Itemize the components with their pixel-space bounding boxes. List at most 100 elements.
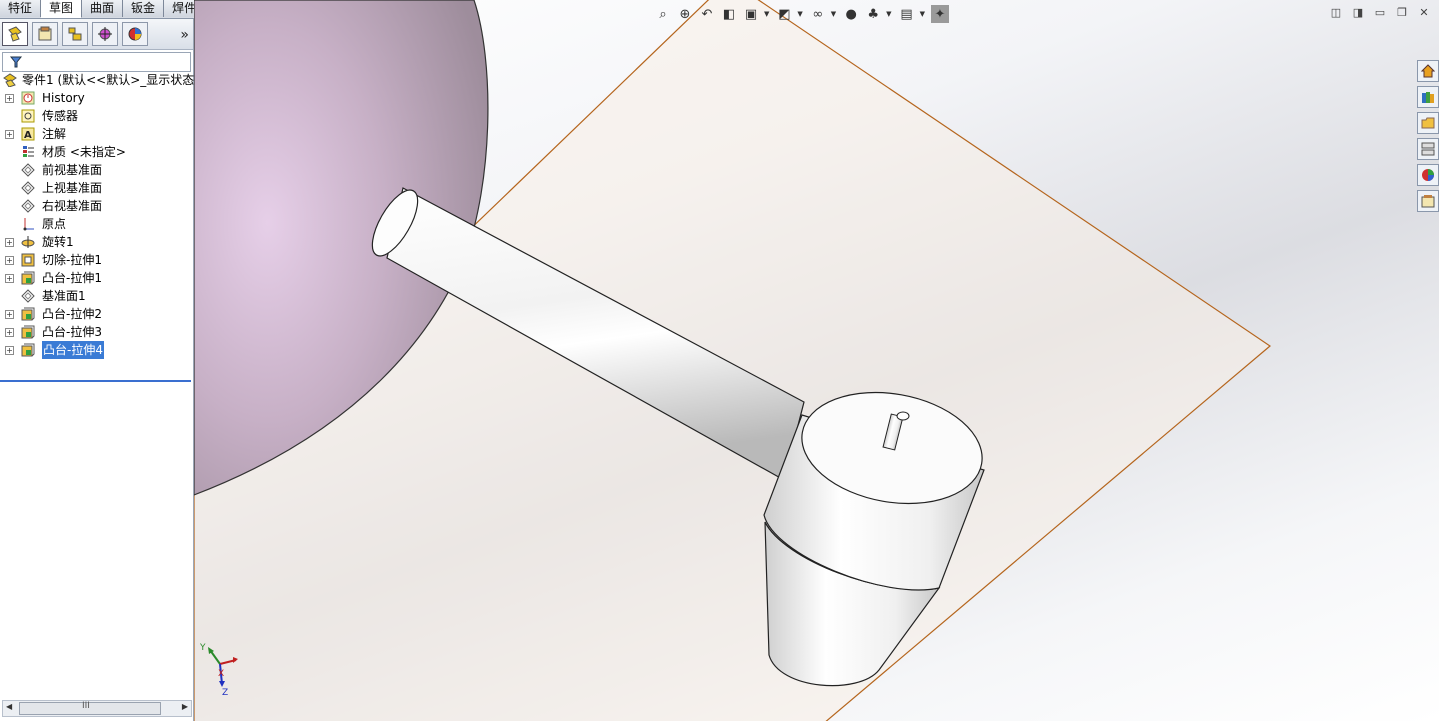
tree-item-label: 切除-拉伸1 [42,253,102,267]
tree-item-label: 凸台-拉伸4 [42,341,104,359]
svg-text:A: A [24,130,32,141]
home-icon[interactable] [1417,60,1439,82]
chevron-down-icon[interactable]: ▼ [831,10,836,18]
tree-item-label: 凸台-拉伸3 [42,325,102,339]
tree-root-part[interactable]: 零件1 (默认<<默认>_显示状态 [0,71,195,89]
expand-icon[interactable]: + [5,274,14,283]
tab-3[interactable]: 钣金 [123,0,165,17]
tree-item-label: 凸台-拉伸2 [42,307,102,321]
tree-item[interactable]: + A 注解 [0,125,193,143]
expand-icon[interactable]: + [5,238,14,247]
tree-item[interactable]: + History [0,89,193,107]
scrollbar-grip: III [82,701,90,711]
boss-extrude-icon [21,325,35,339]
restore-icon[interactable]: ❐ [1393,6,1411,20]
appearances-icon[interactable] [1417,164,1439,186]
tree-item-label: 传感器 [42,109,79,123]
graphics-viewport[interactable]: ⌕ ⊕ ↶ ◧ ▣ ▼ ◩ ▼ ∞ ▼ ● ♣ ▼ ▤ ▼ ✦ ◫ ◨ ▭ ❐ ✕ Y X… [194,0,1439,721]
tile-icon[interactable]: ◫ [1327,6,1345,20]
zoom-to-fit-icon[interactable]: ⌕ [654,5,672,23]
file-explorer-icon[interactable] [1417,112,1439,134]
tab-0[interactable]: 特征 [0,0,42,17]
tab-1[interactable]: 草图 [41,0,83,18]
display-manager-tab[interactable] [122,22,148,46]
design-library-icon[interactable] [1417,86,1439,108]
origin-icon [21,217,35,231]
tree-item[interactable]: 上视基准面 [0,179,193,197]
scroll-left-arrow-icon[interactable]: ◀ [6,702,12,711]
split-icon[interactable]: ◨ [1349,6,1367,20]
triad-y-label: Y [199,643,206,653]
revolve-icon [21,235,35,249]
tree-filter-field[interactable] [2,52,191,72]
panel-tabs: » [0,19,193,50]
tree-item[interactable]: 传感器 [0,107,193,125]
chevron-down-icon[interactable]: ▼ [886,10,891,18]
triad-x-label: X [218,669,224,679]
task-pane-tabs [1417,60,1439,216]
model-scene[interactable] [194,0,1439,721]
tree-item[interactable]: 基准面1 [0,287,193,305]
minimize-icon[interactable]: ▭ [1371,6,1389,20]
tree-item[interactable]: + 切除-拉伸1 [0,251,193,269]
expand-icon[interactable]: + [5,310,14,319]
tree-item-label: History [42,91,85,105]
tab-2[interactable]: 曲面 [82,0,124,17]
section-view-icon[interactable]: ◧ [720,5,738,23]
tree-item[interactable]: 前视基准面 [0,161,193,179]
reference-triad: Y X Z [199,643,238,698]
triad-z-label: Z [222,688,228,698]
chevron-down-icon[interactable]: ▼ [764,10,769,18]
dimxpert-manager-tab[interactable] [92,22,118,46]
expand-icon[interactable]: + [5,130,14,139]
chevron-down-icon[interactable]: ▼ [797,10,802,18]
display-style-icon[interactable]: ◩ [775,5,793,23]
expand-icon[interactable]: + [5,346,14,355]
tree-item[interactable]: + 凸台-拉伸1 [0,269,193,287]
property-manager-tab[interactable] [32,22,58,46]
tree-item[interactable]: 材质 <未指定> [0,143,193,161]
tree-item[interactable]: 原点 [0,215,193,233]
history-icon [21,91,35,105]
panel-horizontal-scrollbar[interactable]: ◀ III ▶ [2,700,192,717]
tree-item-label: 原点 [42,217,67,231]
expand-icon[interactable]: + [5,328,14,337]
custom-properties-icon[interactable] [1417,190,1439,212]
scroll-right-arrow-icon[interactable]: ▶ [182,702,188,711]
tree-item-label: 旋转1 [42,235,74,249]
cut-extrude-icon [21,253,35,267]
view-settings-icon[interactable]: ▤ [898,5,916,23]
tree-root-label: 零件1 (默认<<默认>_显示状态 [22,73,195,87]
rollback-bar[interactable] [0,380,191,382]
tree-item[interactable]: + 旋转1 [0,233,193,251]
sensor-icon [21,109,35,123]
view-palette-icon[interactable] [1417,138,1439,160]
tree-item[interactable]: + 凸台-拉伸2 [0,305,193,323]
configuration-manager-tab[interactable] [62,22,88,46]
zoom-area-icon[interactable]: ⊕ [676,5,694,23]
part-icon [3,73,17,88]
tree-item-label: 右视基准面 [42,199,103,213]
view-orientation-icon[interactable]: ▣ [742,5,760,23]
realview-icon[interactable]: ✦ [930,5,949,23]
hide-show-icon[interactable]: ∞ [809,5,827,23]
feature-manager-panel: » 零件1 (默认<<默认>_显示状态 + History 传感器 + A 注解材质 <未指… [0,19,194,721]
feature-manager-icon [8,26,22,42]
apply-scene-icon[interactable]: ♣ [864,5,882,23]
tree-item[interactable]: 右视基准面 [0,197,193,215]
annotation-icon: A [21,127,35,141]
feature-manager-tab[interactable] [2,22,28,46]
scrollbar-thumb[interactable]: III [19,701,161,715]
edit-appearance-icon[interactable]: ● [842,5,860,23]
tree-item[interactable]: + 凸台-拉伸4 [0,341,193,359]
close-icon[interactable]: ✕ [1415,6,1433,20]
expand-icon[interactable]: + [5,94,14,103]
feature-tree: 零件1 (默认<<默认>_显示状态 + History 传感器 + A 注解材质 <未指定>… [0,71,195,359]
tree-item[interactable]: + 凸台-拉伸3 [0,323,193,341]
more-tabs-chevron-icon[interactable]: » [180,27,189,43]
expand-icon[interactable]: + [5,256,14,265]
chevron-down-icon[interactable]: ▼ [920,10,925,18]
tree-item-label: 凸台-拉伸1 [42,271,102,285]
tree-item-label: 注解 [42,127,67,141]
previous-view-icon[interactable]: ↶ [698,5,716,23]
